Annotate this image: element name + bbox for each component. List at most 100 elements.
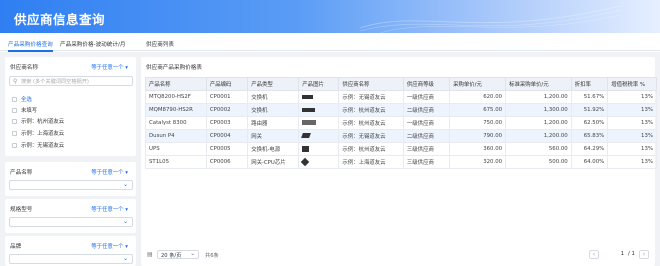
cell-discount: 64.00% bbox=[570, 155, 609, 169]
cell-supplier-level: 三级供应商 bbox=[402, 142, 451, 156]
spec-select[interactable]: ⌄ bbox=[9, 217, 133, 227]
cell-supplier: 示例：上海道友云 bbox=[338, 155, 404, 169]
supplier-search-input[interactable] bbox=[21, 78, 129, 85]
column-header[interactable]: 折扣率 bbox=[570, 77, 609, 91]
column-header[interactable]: 增值税税率 % bbox=[607, 77, 657, 91]
table-row[interactable]: Catalyst 8300 CP0003 路由器 示例：杭州道友云 一级供应商 … bbox=[145, 116, 657, 130]
cell-product-code: CP0005 bbox=[205, 142, 249, 156]
cell-discount: 62.50% bbox=[570, 116, 609, 130]
content-area: 供应商名称 等于任意一个 ▾ ⚲ 全选 未填写 示例：杭州道友云 示例：上海道友… bbox=[0, 52, 660, 266]
next-page-button[interactable]: › bbox=[639, 250, 649, 259]
chevron-down-icon: ⌄ bbox=[122, 181, 128, 188]
column-header[interactable]: 产品名称 bbox=[145, 77, 207, 91]
checkbox[interactable] bbox=[12, 97, 17, 102]
cell-supplier-level: 一级供应商 bbox=[402, 116, 451, 130]
option-unfilled[interactable]: 未填写 bbox=[12, 106, 37, 114]
product-thumbnail[interactable] bbox=[301, 133, 312, 138]
cell-supplier: 示例：无锡道友云 bbox=[338, 129, 404, 143]
cell-vat: 13% bbox=[607, 103, 657, 117]
brand-select[interactable]: ⌄ bbox=[9, 254, 133, 264]
option-shanghai[interactable]: 示例：上海道友云 bbox=[12, 129, 64, 137]
cell-standard-price: 1,200.00 bbox=[505, 90, 572, 104]
cell-discount: 51.92% bbox=[570, 103, 609, 117]
cell-supplier-level: 二级供应商 bbox=[402, 129, 451, 143]
option-wuxi[interactable]: 示例：无锡道友云 bbox=[12, 141, 64, 149]
cell-product-image bbox=[298, 116, 340, 130]
table-footer: ▤ 20 条/页 ⌄ 共6条 ‹ 1/ 1 › bbox=[145, 248, 651, 262]
checkbox[interactable] bbox=[12, 108, 17, 113]
cell-product-code: CP0006 bbox=[205, 155, 249, 169]
prev-page-button[interactable]: ‹ bbox=[589, 250, 599, 259]
product-thumbnail[interactable] bbox=[302, 120, 317, 125]
search-icon: ⚲ bbox=[13, 78, 18, 85]
cell-vat: 13% bbox=[607, 155, 657, 169]
page-current[interactable]: 1 bbox=[617, 251, 628, 257]
product-thumbnail[interactable] bbox=[302, 94, 314, 99]
cell-supplier: 示例：杭州道友云 bbox=[338, 142, 404, 156]
cell-unit-price: 790.00 bbox=[449, 129, 507, 143]
tab-price-fluctuation[interactable]: 产品采购价格-波动统计/月 bbox=[60, 40, 125, 48]
chevron-down-icon: ⌄ bbox=[190, 251, 195, 257]
cell-supplier: 示例：无锡道友云 bbox=[338, 90, 404, 104]
column-header[interactable]: 产品图片 bbox=[298, 77, 340, 91]
product-thumbnail[interactable] bbox=[302, 145, 310, 152]
checkbox[interactable] bbox=[12, 143, 17, 148]
brand-filter-mode[interactable]: 等于任意一个 ▾ bbox=[91, 242, 128, 250]
table-row[interactable]: MTQ8200-HS2F CP0001 交换机 示例：无锡道友云 一级供应商 6… bbox=[145, 90, 657, 104]
cell-product-name: Catalyst 8300 bbox=[145, 116, 207, 130]
chevron-down-icon: ⌄ bbox=[122, 218, 128, 225]
cell-product-type: 交换机 bbox=[247, 90, 300, 104]
checkbox[interactable] bbox=[12, 119, 17, 124]
column-header[interactable]: 采购单价/元 bbox=[449, 77, 507, 91]
cell-product-type: 交换机 bbox=[247, 103, 300, 117]
cell-product-image bbox=[298, 90, 340, 104]
cell-supplier-level: 二级供应商 bbox=[402, 103, 451, 117]
product-thumbnail[interactable] bbox=[301, 157, 310, 166]
table-row[interactable]: MQM8790-HS2R CP0002 交换机 示例：杭州道友云 二级供应商 6… bbox=[145, 103, 657, 117]
cell-vat: 13% bbox=[607, 90, 657, 104]
page-size-select[interactable]: 20 条/页 ⌄ bbox=[157, 250, 199, 259]
cell-product-code: CP0003 bbox=[205, 116, 249, 130]
option-hangzhou[interactable]: 示例：杭州道友云 bbox=[12, 117, 64, 125]
column-header[interactable]: 供应商等级 bbox=[402, 77, 451, 91]
cell-product-code: CP0002 bbox=[205, 103, 249, 117]
cell-product-name: MQM8790-HS2R bbox=[145, 103, 207, 117]
product-filter-mode[interactable]: 等于任意一个 ▾ bbox=[91, 168, 128, 176]
option-select-all[interactable]: 全选 bbox=[12, 95, 32, 103]
grid-settings-icon[interactable]: ▤ bbox=[147, 251, 153, 258]
cell-supplier: 示例：杭州道友云 bbox=[338, 116, 404, 130]
tab-supplier-list[interactable]: 供应商列表 bbox=[146, 40, 174, 48]
cell-standard-price: 500.00 bbox=[505, 155, 572, 169]
product-filter-panel: 产品名称 等于任意一个 ▾ ⌄ bbox=[5, 162, 136, 196]
chevron-down-icon: ⌄ bbox=[122, 255, 128, 262]
tab-bar: 产品采购价格查询 产品采购价格-波动统计/月 供应商列表 bbox=[0, 38, 660, 52]
tab-price-query[interactable]: 产品采购价格查询 bbox=[8, 40, 53, 52]
cell-discount: 65.83% bbox=[570, 129, 609, 143]
checkbox[interactable] bbox=[12, 131, 17, 136]
table-row[interactable]: UPS CP0005 交换机-电源 示例：杭州道友云 三级供应商 360.00 … bbox=[145, 142, 657, 156]
column-header[interactable]: 供应商名称 bbox=[338, 77, 404, 91]
column-header[interactable]: 标准采购单价/元 bbox=[505, 77, 572, 91]
product-thumbnail[interactable] bbox=[302, 107, 316, 112]
cell-standard-price: 560.00 bbox=[505, 142, 572, 156]
cell-unit-price: 675.00 bbox=[449, 103, 507, 117]
cell-product-name: ST1L05 bbox=[145, 155, 207, 169]
price-table-panel: 供应商产品采购价格表 产品名称 产品编码 产品类型 产品图片 供应商名称 供应商… bbox=[141, 57, 657, 266]
app-header: 供应商信息查询 bbox=[0, 0, 660, 33]
table-row[interactable]: ST1L05 CP0006 网关-CPU芯片 示例：上海道友云 三级供应商 32… bbox=[145, 155, 657, 169]
cell-discount: 64.29% bbox=[570, 142, 609, 156]
spec-filter-mode[interactable]: 等于任意一个 ▾ bbox=[91, 205, 128, 213]
supplier-filter-mode[interactable]: 等于任意一个 ▾ bbox=[91, 63, 128, 71]
product-filter-label: 产品名称 bbox=[10, 170, 33, 176]
spec-filter-label: 规格型号 bbox=[10, 207, 33, 213]
cell-product-image bbox=[298, 142, 340, 156]
cell-product-code: CP0001 bbox=[205, 90, 249, 104]
column-header[interactable]: 产品类型 bbox=[247, 77, 300, 91]
column-header[interactable]: 产品编码 bbox=[205, 77, 249, 91]
table-row[interactable]: Dusun P4 CP0004 网关 示例：无锡道友云 二级供应商 790.00… bbox=[145, 129, 657, 143]
cell-product-image bbox=[298, 155, 340, 169]
cell-supplier-level: 一级供应商 bbox=[402, 90, 451, 104]
cell-discount: 51.67% bbox=[570, 90, 609, 104]
product-select[interactable]: ⌄ bbox=[9, 180, 133, 190]
cell-unit-price: 320.00 bbox=[449, 155, 507, 169]
